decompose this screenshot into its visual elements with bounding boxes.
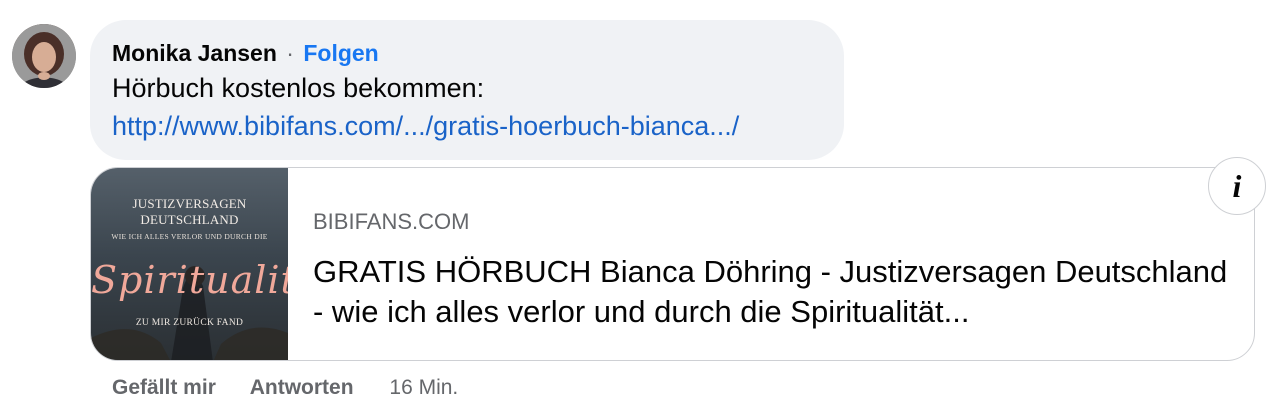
info-icon: i — [1232, 168, 1242, 204]
follow-button[interactable]: Folgen — [303, 40, 378, 66]
comment-actions: Gefällt mir Antworten 16 Min. — [112, 374, 458, 402]
thumbnail-title: JUSTIZVERSAGEN DEUTSCHLAND — [132, 196, 247, 227]
link-preview-thumbnail[interactable]: JUSTIZVERSAGEN DEUTSCHLAND WIE ICH ALLES… — [91, 168, 288, 360]
comment-link[interactable]: http://www.bibifans.com/.../gratis-hoerb… — [112, 108, 822, 144]
thumbnail-script: Spiritualität — [91, 258, 288, 302]
separator-dot: · — [286, 40, 294, 66]
comment-bubble: Monika Jansen · Folgen Hörbuch kostenlos… — [90, 20, 844, 160]
comment-timestamp[interactable]: 16 Min. — [389, 376, 458, 399]
reply-button[interactable]: Antworten — [250, 376, 354, 399]
like-button[interactable]: Gefällt mir — [112, 376, 216, 399]
author-name[interactable]: Monika Jansen — [112, 40, 277, 66]
info-button[interactable]: i — [1208, 157, 1266, 215]
comment-header: Monika Jansen · Folgen — [112, 38, 822, 68]
comment-text: Hörbuch kostenlos bekommen: — [112, 73, 485, 103]
avatar[interactable] — [12, 24, 76, 88]
link-preview-domain: BIBIFANS.COM — [313, 209, 470, 234]
link-preview-title[interactable]: GRATIS HÖRBUCH Bianca Döhring - Justizve… — [313, 252, 1234, 332]
thumbnail-tagline: ZU MIR ZURÜCK FAND — [135, 318, 244, 328]
thumbnail-subtitle: WIE ICH ALLES VERLOR UND DURCH DIE — [111, 232, 268, 241]
link-preview-card[interactable]: JUSTIZVERSAGEN DEUTSCHLAND WIE ICH ALLES… — [90, 167, 1255, 361]
link-preview-body[interactable]: BIBIFANS.COM GRATIS HÖRBUCH Bianca Döhri… — [313, 208, 1234, 332]
